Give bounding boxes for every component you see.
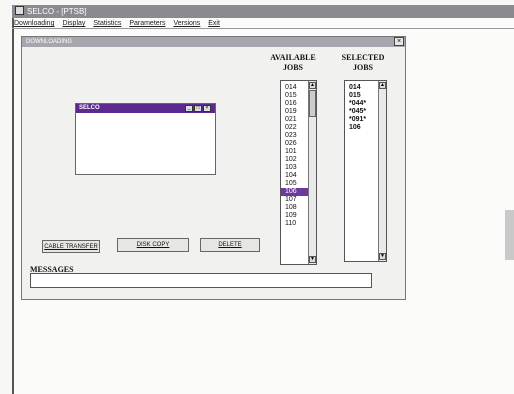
list-item[interactable]: 019 (281, 108, 308, 116)
available-jobs-items: 014 015 016 019 021 022 023 026 101 102 103 104 105 1… (281, 84, 308, 228)
selected-jobs-items: 014 015 *044* *045* *091* 106 (345, 84, 378, 132)
available-jobs-header-line1: AVAILABLE (270, 53, 316, 62)
list-item[interactable]: 014 (281, 84, 308, 92)
app-titlebar: SELCO - [PTSB] (12, 5, 514, 18)
dialog-title: DOWNLOADING (26, 39, 73, 45)
dialog-titlebar: DOWNLOADING (22, 37, 405, 47)
menu-exit[interactable]: Exit (208, 20, 220, 27)
list-item[interactable]: 103 (281, 164, 308, 172)
scroll-thumb[interactable] (309, 90, 316, 117)
menu-downloading[interactable]: Downloading (14, 20, 54, 27)
menu-versions[interactable]: Versions (173, 20, 200, 27)
list-item[interactable]: 015 (345, 92, 378, 100)
scroll-up-arrow-icon[interactable]: ▲ (309, 82, 316, 89)
close-icon[interactable]: × (394, 37, 404, 46)
messages-field[interactable] (30, 273, 372, 288)
list-item[interactable]: 102 (281, 156, 308, 164)
edge-shadow (505, 210, 514, 260)
minimize-icon[interactable]: _ (185, 105, 193, 112)
selected-jobs-scrollbar[interactable]: ▲ ▼ (378, 81, 386, 261)
list-item[interactable]: 016 (281, 100, 308, 108)
selected-jobs-header-line1: SELECTED (341, 53, 385, 62)
list-item[interactable]: 104 (281, 172, 308, 180)
close-icon[interactable]: × (203, 105, 211, 112)
list-item[interactable]: 110 (281, 220, 308, 228)
disk-copy-button[interactable]: DISK COPY (117, 238, 189, 252)
list-item[interactable]: 105 (281, 180, 308, 188)
selected-jobs-header: SELECTED JOBS (333, 53, 393, 73)
list-item[interactable]: 021 (281, 116, 308, 124)
app-icon[interactable] (15, 6, 24, 15)
app-title: SELCO - [PTSB] (27, 7, 87, 16)
list-item[interactable]: 014 (345, 84, 378, 92)
selco-title: SELCO (79, 105, 100, 111)
menu-display[interactable]: Display (62, 20, 85, 27)
selected-jobs-list[interactable]: 014 015 *044* *045* *091* 106 ▲ ▼ (344, 80, 387, 262)
selected-jobs-header-line2: JOBS (352, 63, 373, 72)
list-item[interactable]: *044* (345, 100, 378, 108)
cable-transfer-button[interactable]: CABLE TRANSFER (42, 240, 100, 253)
list-item[interactable]: 108 (281, 204, 308, 212)
available-jobs-list[interactable]: 014 015 016 019 021 022 023 026 101 102 103 104 105 1… (280, 80, 317, 265)
list-item[interactable]: 107 (281, 196, 308, 204)
menu-statistics[interactable]: Statistics (93, 20, 121, 27)
list-item[interactable]: 106 (281, 188, 308, 196)
scroll-down-arrow-icon[interactable]: ▼ (309, 256, 316, 263)
delete-button[interactable]: DELETE (200, 238, 260, 252)
list-item[interactable]: 023 (281, 132, 308, 140)
list-item[interactable]: 106 (345, 124, 378, 132)
available-jobs-header: AVAILABLE JOBS (258, 53, 328, 73)
list-item[interactable]: 101 (281, 148, 308, 156)
available-jobs-header-line2: JOBS (282, 63, 303, 72)
list-item[interactable]: *091* (345, 116, 378, 124)
selco-window[interactable] (75, 103, 216, 175)
scroll-up-arrow-icon[interactable]: ▲ (379, 82, 386, 89)
list-item[interactable]: 109 (281, 212, 308, 220)
list-item[interactable]: *045* (345, 108, 378, 116)
maximize-icon[interactable]: □ (194, 105, 202, 112)
list-item[interactable]: 022 (281, 124, 308, 132)
available-jobs-scrollbar[interactable]: ▲ ▼ (308, 81, 316, 264)
list-item[interactable]: 015 (281, 92, 308, 100)
scroll-down-arrow-icon[interactable]: ▼ (379, 253, 386, 260)
menu-bar: Downloading Display Statistics Parameter… (12, 19, 514, 29)
menu-parameters[interactable]: Parameters (129, 20, 165, 27)
list-item[interactable]: 026 (281, 140, 308, 148)
